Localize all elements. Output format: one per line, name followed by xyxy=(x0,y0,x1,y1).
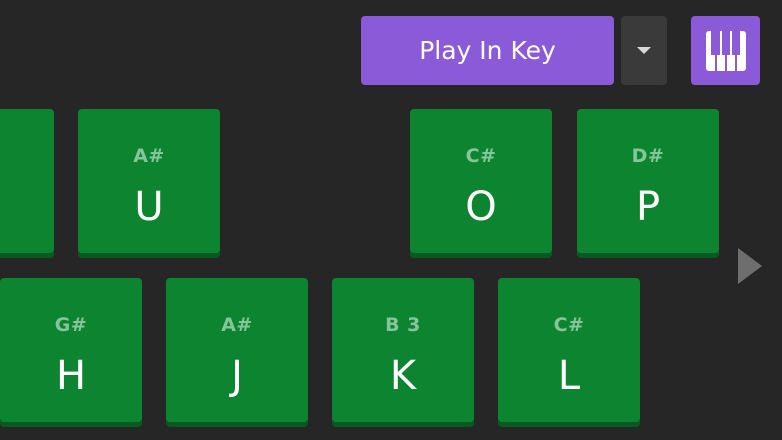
key-letter: H xyxy=(55,353,87,399)
key-note: D# xyxy=(631,145,665,167)
chevron-right-icon[interactable] xyxy=(738,248,762,284)
key-j[interactable]: A# J xyxy=(166,278,308,422)
keyboard-panel: Play In Key A# U C# O D# P G# H A# J B 3… xyxy=(0,0,782,440)
play-in-key-label: Play In Key xyxy=(419,36,556,65)
key-note: B 3 xyxy=(385,314,421,336)
key-note: A# xyxy=(133,145,165,167)
piano-view-button[interactable] xyxy=(691,16,760,85)
play-in-key-button[interactable]: Play In Key xyxy=(361,16,614,85)
caret-down-icon xyxy=(637,47,651,54)
play-mode-dropdown-button[interactable] xyxy=(621,16,667,85)
key-note: C# xyxy=(465,145,497,167)
key-letter: P xyxy=(635,184,661,230)
key-h[interactable]: G# H xyxy=(0,278,142,422)
key-note: C# xyxy=(553,314,585,336)
key-letter: U xyxy=(134,184,164,230)
key-note: G# xyxy=(54,314,88,336)
key-letter: J xyxy=(231,353,243,399)
key-k[interactable]: B 3 K xyxy=(332,278,474,422)
key-partial[interactable] xyxy=(0,109,54,253)
key-note: A# xyxy=(221,314,253,336)
key-letter: K xyxy=(389,353,417,399)
piano-keys-icon xyxy=(705,30,746,71)
key-u[interactable]: A# U xyxy=(78,109,220,253)
key-o[interactable]: C# O xyxy=(410,109,552,253)
key-letter: L xyxy=(557,353,581,399)
key-l[interactable]: C# L xyxy=(498,278,640,422)
key-p[interactable]: D# P xyxy=(577,109,719,253)
key-letter: O xyxy=(465,184,497,230)
